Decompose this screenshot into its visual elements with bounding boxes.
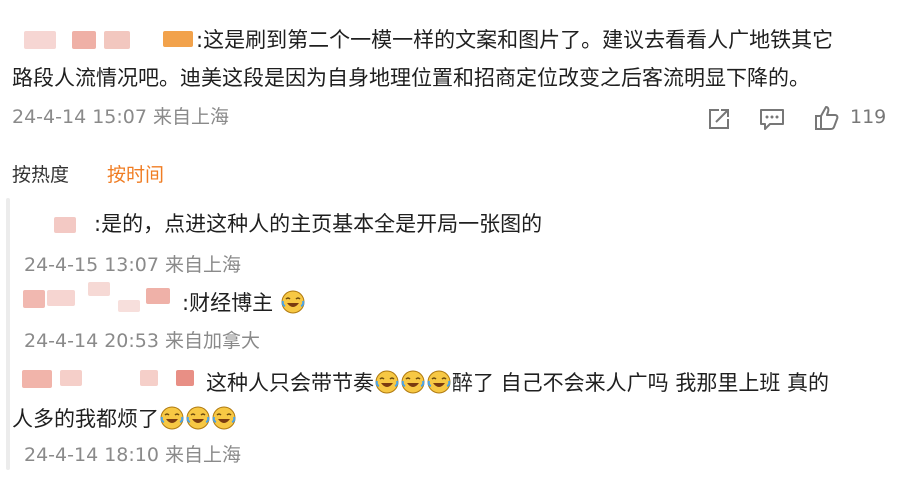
sort-by-heat-tab[interactable]: 按热度 xyxy=(12,166,69,185)
main-comment-timestamp: 24-4-14 15:07 来自上海 xyxy=(12,106,229,128)
reply-text-line1: 这种人只会带节奏 醉了 自己不会来人广吗 我那里上班 真的 xyxy=(206,370,829,394)
blurred-username xyxy=(72,31,96,49)
reply-timestamp: 24-4-15 13:07 来自上海 xyxy=(24,254,241,276)
reply-text: :是的，点进这种人的主页基本全是开局一张图的 xyxy=(94,212,543,236)
reply-text: :财经博主 xyxy=(182,290,306,314)
laugh-cry-icon xyxy=(375,370,399,394)
laugh-cry-icon xyxy=(281,290,305,314)
blurred-username xyxy=(118,300,140,312)
main-comment-text-line1: :这是刷到第二个一模一样的文案和图片了。建议去看看人广地铁其它 xyxy=(196,28,834,52)
laugh-cry-icon xyxy=(160,406,184,430)
blurred-username xyxy=(60,370,82,386)
reply-text-line2-content: 人多的我都烦了 xyxy=(12,407,159,431)
reply-text-content: :财经博主 xyxy=(182,291,274,315)
blurred-username xyxy=(54,217,76,233)
like-count: 119 xyxy=(850,106,887,128)
reply-text-part1: 这种人只会带节奏 xyxy=(206,371,374,395)
laugh-cry-icon xyxy=(212,406,236,430)
reply-text-line2: 人多的我都烦了 xyxy=(12,406,237,430)
sort-by-time-tab[interactable]: 按时间 xyxy=(107,166,164,185)
like-icon[interactable] xyxy=(812,104,840,132)
blurred-username xyxy=(47,290,75,306)
blurred-username xyxy=(176,370,194,386)
blurred-username xyxy=(140,370,158,386)
reply-timestamp: 24-4-14 18:10 来自上海 xyxy=(24,444,241,466)
blurred-username xyxy=(23,290,45,308)
reply-text-part2: 醉了 自己不会来人广吗 我那里上班 真的 xyxy=(452,371,830,395)
main-comment-text-line2: 路段人流情况吧。迪美这段是因为自身地理位置和招商定位改变之后客流明显下降的。 xyxy=(12,66,810,90)
laugh-cry-icon xyxy=(401,370,425,394)
blurred-username xyxy=(146,288,170,304)
blurred-username xyxy=(22,370,52,388)
comment-icon[interactable] xyxy=(758,106,786,132)
thread-line xyxy=(6,198,10,470)
laugh-cry-icon xyxy=(427,370,451,394)
laugh-cry-icon xyxy=(186,406,210,430)
blurred-username xyxy=(88,282,110,296)
blurred-username xyxy=(104,31,130,49)
blurred-username xyxy=(163,31,193,47)
blurred-username xyxy=(24,31,56,49)
reply-timestamp: 24-4-14 20:53 来自加拿大 xyxy=(24,330,260,352)
share-icon[interactable] xyxy=(706,106,732,132)
